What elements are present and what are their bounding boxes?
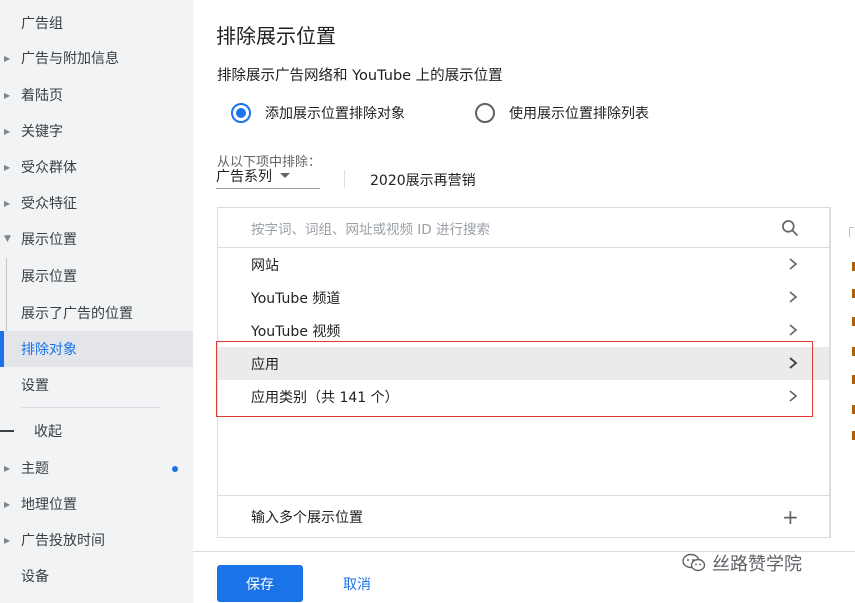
sidebar-item-label: 广告投放时间	[21, 533, 105, 549]
row-websites[interactable]: 网站	[218, 248, 829, 281]
sidebar-item-label: 着陆页	[21, 88, 63, 104]
radio-use-exclusion-list[interactable]: 使用展示位置排除列表	[475, 103, 649, 123]
sidebar-subitem-placements[interactable]: 展示位置	[0, 258, 193, 294]
sidebar-subitem-where-ads-showed[interactable]: 展示了广告的位置	[0, 295, 193, 331]
row-label: YouTube 视频	[251, 323, 341, 340]
page-title: 排除展示位置	[216, 24, 336, 48]
search-input[interactable]: 按字词、词组、网址或视频 ID 进行搜索	[218, 208, 829, 248]
sidebar-divider	[21, 407, 161, 408]
dropdown-value: 广告系列	[216, 168, 272, 185]
chevron-right-icon: ▶	[4, 463, 11, 473]
sidebar-item-label: 展示了广告的位置	[21, 306, 133, 322]
search-icon[interactable]	[780, 218, 800, 238]
selected-placements-strip	[830, 207, 855, 538]
radio-label: 使用展示位置排除列表	[509, 106, 649, 122]
radio-add-exclusions[interactable]: 添加展示位置排除对象	[231, 103, 405, 123]
chevron-right-icon: ▶	[4, 162, 11, 172]
chevron-right-icon	[789, 324, 798, 336]
sidebar-item-label: 广告组	[21, 16, 63, 32]
radio-checked-icon[interactable]	[231, 103, 251, 123]
sidebar-collapse-button[interactable]: 收起	[0, 413, 193, 449]
sidebar: 广告组 ▶ 广告与附加信息 ▶ 着陆页 ▶ 关键字 ▶ 受众群体 ▶ 受众特征 …	[0, 0, 193, 603]
chevron-right-icon: ▶	[4, 90, 11, 100]
divider	[344, 170, 345, 188]
sidebar-item-audiences[interactable]: ▶ 受众群体	[0, 149, 193, 185]
sidebar-item-label: 展示位置	[21, 269, 77, 285]
cancel-button[interactable]: 取消	[327, 565, 387, 602]
row-youtube-channels[interactable]: YouTube 频道	[218, 281, 829, 314]
watermark: 丝路赞学院	[682, 550, 802, 576]
section-title: 排除展示广告网络和 YouTube 上的展示位置	[217, 68, 503, 84]
sidebar-item-keywords[interactable]: ▶ 关键字	[0, 113, 193, 149]
search-placeholder: 按字词、词组、网址或视频 ID 进行搜索	[251, 221, 490, 238]
sidebar-subitem-exclusions[interactable]: 排除对象	[0, 331, 193, 367]
sidebar-item-label: 关键字	[21, 124, 63, 140]
app-root: 广告组 ▶ 广告与附加信息 ▶ 着陆页 ▶ 关键字 ▶ 受众群体 ▶ 受众特征 …	[0, 0, 855, 603]
save-button[interactable]: 保存	[217, 565, 303, 602]
sidebar-item-topics[interactable]: ▶ 主题	[0, 450, 193, 486]
chevron-right-icon: ▶	[4, 53, 11, 63]
watermark-text: 丝路赞学院	[712, 554, 802, 575]
plus-icon[interactable]: +	[782, 507, 799, 527]
active-indicator	[0, 331, 4, 367]
enter-multiple-placements[interactable]: 输入多个展示位置 +	[218, 495, 829, 537]
notification-dot-icon	[172, 466, 178, 472]
radio-unchecked-icon[interactable]	[475, 103, 495, 123]
sidebar-item-label: 广告与附加信息	[21, 51, 119, 67]
chevron-right-icon	[789, 291, 798, 303]
sidebar-item-label: 排除对象	[21, 342, 77, 358]
sidebar-item-placements[interactable]: ▼ 展示位置	[0, 221, 193, 257]
level-dropdown[interactable]: 广告系列	[216, 163, 320, 189]
sidebar-item-settings[interactable]: 设置	[0, 367, 193, 403]
footer-label: 输入多个展示位置	[251, 509, 363, 526]
sidebar-item-label: 设备	[21, 569, 49, 585]
caret-down-icon	[280, 173, 290, 178]
sidebar-item-demographics[interactable]: ▶ 受众特征	[0, 185, 193, 221]
main-panel: 排除展示位置 排除展示广告网络和 YouTube 上的展示位置 添加展示位置排除…	[193, 0, 855, 603]
sidebar-item-devices[interactable]: 设备	[0, 558, 193, 594]
chevron-right-icon	[789, 258, 798, 270]
sidebar-item-label: 设置	[21, 378, 49, 394]
sidebar-item-label: 展示位置	[21, 232, 77, 248]
chevron-right-icon: ▶	[4, 126, 11, 136]
sidebar-item-label: 受众群体	[21, 160, 77, 176]
bracket-icon	[849, 227, 854, 237]
sidebar-item-ad-schedule[interactable]: ▶ 广告投放时间	[0, 522, 193, 558]
campaign-name: 2020展示再营销	[370, 173, 476, 189]
sidebar-item-label: 受众特征	[21, 196, 77, 212]
wechat-icon	[682, 553, 706, 572]
chevron-right-icon: ▶	[4, 535, 11, 545]
sidebar-item-ad-groups[interactable]: 广告组	[0, 5, 193, 41]
sidebar-item-landing-pages[interactable]: ▶ 着陆页	[0, 77, 193, 113]
row-label: 网站	[251, 257, 279, 274]
chevron-right-icon: ▶	[4, 499, 11, 509]
chevron-right-icon: ▶	[4, 198, 11, 208]
sidebar-item-label: 收起	[34, 424, 62, 440]
sidebar-item-label: 主题	[21, 461, 49, 477]
sidebar-item-ads-extensions[interactable]: ▶ 广告与附加信息	[0, 40, 193, 76]
row-label: YouTube 频道	[251, 290, 341, 307]
collapse-icon	[0, 430, 14, 432]
highlight-box	[216, 341, 813, 417]
radio-label: 添加展示位置排除对象	[265, 106, 405, 122]
chevron-down-icon: ▼	[4, 234, 11, 244]
sidebar-item-locations[interactable]: ▶ 地理位置	[0, 486, 193, 522]
sidebar-item-label: 地理位置	[21, 497, 77, 513]
